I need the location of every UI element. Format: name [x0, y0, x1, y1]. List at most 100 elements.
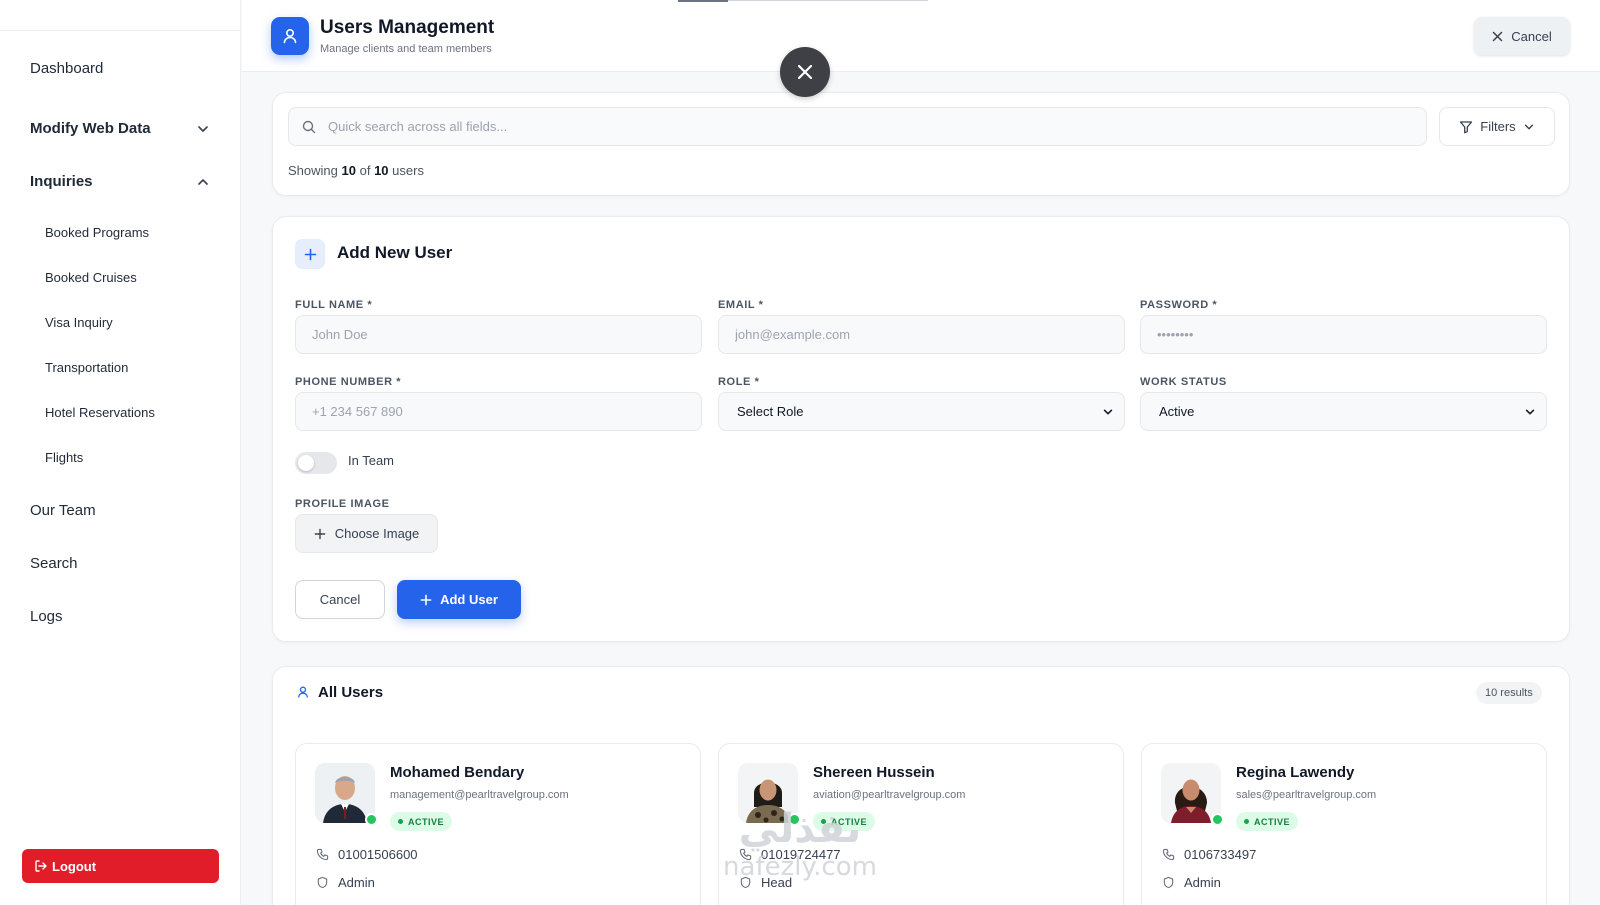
close-overlay-button[interactable]	[780, 47, 830, 97]
showing-total: 10	[374, 163, 389, 178]
shield-icon	[317, 876, 328, 889]
page-title: Users Management	[320, 17, 495, 38]
chevron-down-icon	[1103, 409, 1113, 414]
header-tab-line	[728, 0, 928, 1]
user-phone-row: 01019724477	[739, 847, 841, 862]
user-role-row: Admin	[1162, 875, 1221, 890]
users-management-icon	[271, 17, 309, 55]
sidebar-item-modify-web-data[interactable]: Modify Web Data	[30, 120, 210, 137]
status-badge: ACTIVE	[390, 812, 453, 831]
add-user-label: Add User	[440, 592, 498, 607]
choose-image-label: Choose Image	[334, 526, 420, 541]
plus-icon	[304, 248, 316, 260]
sidebar-subitem-booked-programs[interactable]: Booked Programs	[45, 225, 149, 240]
sidebar-item-label: Inquiries	[30, 173, 93, 190]
choose-image-button[interactable]: Choose Image	[295, 514, 438, 553]
role-select[interactable]: Select Role	[718, 392, 1125, 431]
user-card[interactable]: Shereen Hussein aviation@pearltravelgrou…	[718, 743, 1124, 905]
logout-button[interactable]: Logout	[22, 849, 219, 883]
search-input[interactable]	[328, 119, 1378, 134]
add-user-title: Add New User	[337, 243, 453, 262]
status-badge: ACTIVE	[1236, 812, 1299, 831]
phone-input[interactable]	[296, 393, 701, 430]
user-card[interactable]: Mohamed Bendary management@pearltravelgr…	[295, 743, 701, 905]
plus-icon	[314, 528, 326, 539]
full-name-input[interactable]	[296, 316, 701, 353]
close-icon	[797, 64, 813, 80]
chevron-down-icon	[1524, 124, 1533, 129]
chevron-down-icon	[198, 125, 208, 132]
user-role-row: Admin	[316, 875, 375, 890]
filters-button[interactable]: Filters	[1439, 107, 1555, 146]
password-field	[1140, 315, 1547, 354]
shield-icon	[740, 876, 751, 889]
in-team-toggle[interactable]	[295, 452, 337, 474]
sidebar-item-label: Dashboard	[30, 60, 104, 77]
sidebar-item-search[interactable]: Search	[30, 555, 210, 572]
results-badge: 10 results	[1476, 682, 1542, 704]
status-label: ACTIVE	[1254, 816, 1291, 827]
user-phone: 01001506600	[338, 847, 418, 862]
sidebar-item-our-team[interactable]: Our Team	[30, 502, 210, 519]
sidebar-item-logs[interactable]: Logs	[30, 608, 210, 625]
sidebar-subitem-transportation[interactable]: Transportation	[45, 360, 128, 375]
phone-label: PHONE NUMBER *	[295, 376, 402, 388]
phone-icon	[739, 848, 752, 861]
logout-label: Logout	[52, 858, 97, 874]
sidebar-item-inquiries[interactable]: Inquiries	[30, 173, 210, 190]
header-tab-indicator	[678, 0, 728, 2]
user-icon	[283, 28, 297, 44]
user-card[interactable]: Regina Lawendy sales@pearltravelgroup.co…	[1141, 743, 1547, 905]
email-label: EMAIL *	[718, 299, 764, 311]
header-cancel-button[interactable]: Cancel	[1474, 17, 1570, 55]
role-label: ROLE *	[718, 376, 760, 388]
phone-field	[295, 392, 702, 431]
user-icon	[298, 686, 308, 698]
filter-icon	[1460, 120, 1473, 133]
form-cancel-button[interactable]: Cancel	[295, 580, 385, 619]
full-name-field	[295, 315, 702, 354]
showing-suffix: users	[392, 163, 424, 178]
user-role: Head	[761, 875, 793, 890]
sidebar-divider	[0, 30, 241, 31]
sidebar-item-label: Search	[30, 555, 78, 572]
status-dot	[821, 819, 826, 824]
filters-label: Filters	[1480, 119, 1516, 134]
profile-image-label: PROFILE IMAGE	[295, 498, 390, 510]
sidebar-subitem-booked-cruises[interactable]: Booked Cruises	[45, 270, 137, 285]
sidebar-subitem-flights[interactable]: Flights	[45, 450, 83, 465]
sidebar-subitem-hotel-reservations[interactable]: Hotel Reservations	[45, 405, 155, 420]
search-box	[288, 107, 1427, 146]
user-email: management@pearltravelgroup.com	[390, 789, 569, 801]
phone-icon	[316, 848, 329, 861]
add-user-button[interactable]: Add User	[397, 580, 521, 619]
online-status-dot	[1211, 813, 1224, 826]
status-label: ACTIVE	[408, 816, 445, 827]
sidebar: Dashboard Modify Web Data Inquiries Book…	[0, 0, 241, 905]
work-status-select[interactable]: Active	[1140, 392, 1547, 431]
in-team-label: In Team	[348, 453, 395, 468]
user-email: sales@pearltravelgroup.com	[1236, 789, 1377, 801]
shield-icon	[1163, 876, 1174, 889]
add-user-icon-box	[295, 239, 325, 269]
user-name: Shereen Hussein	[813, 764, 935, 781]
header-cancel-label: Cancel	[1511, 28, 1552, 44]
full-name-label: FULL NAME *	[295, 299, 373, 311]
password-input[interactable]	[1141, 316, 1546, 353]
status-label: ACTIVE	[831, 816, 868, 827]
sidebar-subitem-visa-inquiry[interactable]: Visa Inquiry	[45, 315, 113, 330]
chevron-down-icon	[1525, 409, 1535, 414]
close-icon	[1493, 31, 1503, 41]
user-name: Regina Lawendy	[1236, 764, 1355, 781]
user-role-row: Head	[739, 875, 792, 890]
sidebar-item-label: Our Team	[30, 502, 96, 519]
user-role: Admin	[338, 875, 375, 890]
sidebar-item-dashboard[interactable]: Dashboard	[30, 60, 210, 77]
email-field	[718, 315, 1125, 354]
email-input[interactable]	[719, 316, 1124, 353]
toggle-knob	[298, 455, 314, 471]
user-phone: 0106733497	[1184, 847, 1257, 862]
status-badge: ACTIVE	[813, 812, 876, 831]
user-name: Mohamed Bendary	[390, 764, 525, 781]
all-users-title: All Users	[318, 684, 384, 701]
